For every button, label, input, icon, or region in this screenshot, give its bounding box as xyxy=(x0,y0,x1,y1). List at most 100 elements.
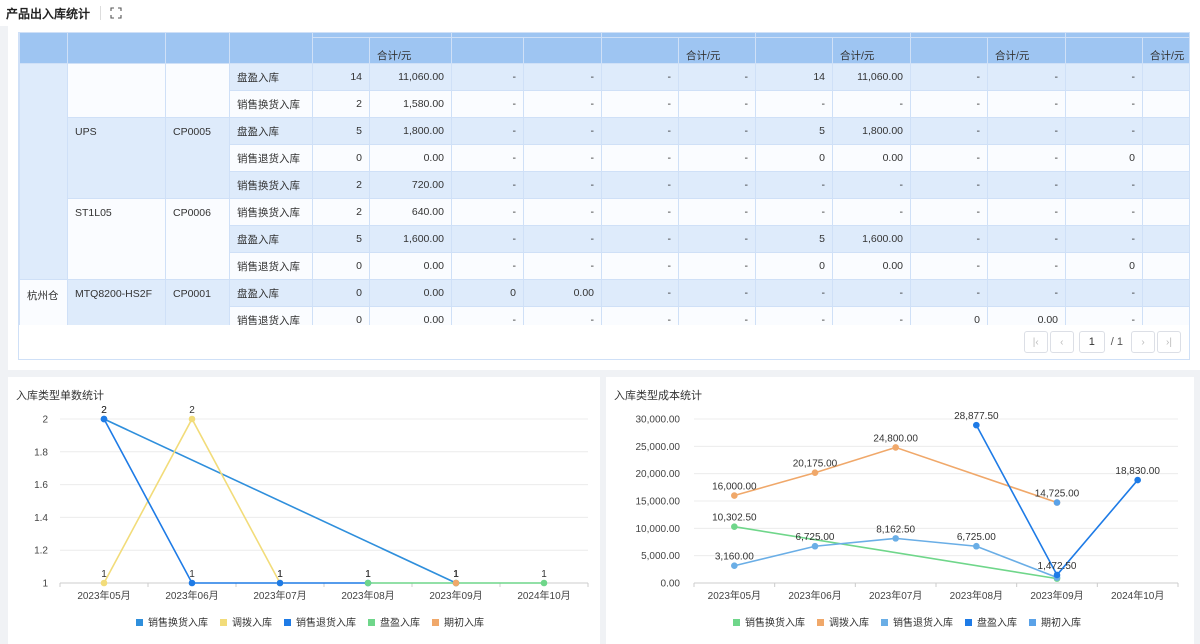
legend-label[interactable]: 期初入库 xyxy=(444,616,484,629)
data-point[interactable] xyxy=(452,579,460,587)
quantity-subheader xyxy=(601,37,679,64)
data-point[interactable] xyxy=(100,579,108,587)
x-tick-label: 2023年09月 xyxy=(1030,589,1083,602)
data-point[interactable] xyxy=(100,415,108,423)
total-cell: - xyxy=(987,117,1066,145)
data-point[interactable] xyxy=(540,579,548,587)
table-scroll-area[interactable]: 仓库产品名称产品编码入库类型入库数量入库数量入库数量入库数量入库数量入库数量合计… xyxy=(19,33,1189,325)
quantity-subheader xyxy=(755,37,833,64)
table-row[interactable]: 杭州仓 MTQ8200-HS2F CP0001 盘盈入库 0 0.00 0 0.00- - - - -… xyxy=(19,279,1189,325)
x-tick-label: 2023年08月 xyxy=(950,589,1003,602)
data-point[interactable] xyxy=(973,542,980,550)
total-cell: 1,600.00 xyxy=(832,225,911,253)
legend-label[interactable]: 销售换货入库 xyxy=(745,616,805,629)
overflow-cell xyxy=(1142,306,1189,325)
series-line xyxy=(103,417,281,584)
quantity-cell: - xyxy=(910,144,988,172)
quantity-cell: 0 xyxy=(312,306,370,325)
table-row[interactable]: 盘盈入库 14 11,060.00- - - -14 11,060.00- - - xyxy=(19,63,1189,280)
legend-label[interactable]: 调拨入库 xyxy=(232,616,272,629)
next-page-button[interactable]: › xyxy=(1131,331,1155,353)
legend-label[interactable]: 盘盈入库 xyxy=(380,616,420,629)
overflow-cell xyxy=(1142,198,1189,226)
prev-page-button[interactable]: ‹ xyxy=(1049,331,1074,353)
legend-label[interactable]: 销售退货入库 xyxy=(893,616,953,629)
quantity-cell: 14 xyxy=(312,63,370,91)
overflow-cell xyxy=(1142,171,1189,199)
last-page-button[interactable]: ›| xyxy=(1157,331,1181,353)
legend-swatch[interactable] xyxy=(733,619,740,626)
page-title: 产品出入库统计 xyxy=(6,6,91,21)
product-code-cell: CP0005 xyxy=(165,117,230,199)
data-point[interactable] xyxy=(731,562,738,570)
data-point[interactable] xyxy=(892,535,899,542)
total-cell: - xyxy=(523,198,602,226)
data-point[interactable] xyxy=(188,579,196,587)
legend-swatch[interactable] xyxy=(368,619,375,626)
legend-label[interactable]: 调拨入库 xyxy=(829,616,869,629)
legend-label[interactable]: 销售退货入库 xyxy=(296,616,356,629)
quantity-cell: - xyxy=(1065,198,1143,226)
overflow-cell xyxy=(1142,63,1189,91)
data-point[interactable] xyxy=(811,469,819,477)
legend-swatch[interactable] xyxy=(1029,619,1036,626)
table-row[interactable]: UPS CP0005 盘盈入库 5 1,800.00- - - -5 1,800.00- - - xyxy=(20,117,1189,199)
data-point[interactable] xyxy=(973,421,980,429)
y-tick-label: 1.2 xyxy=(34,546,48,557)
data-point[interactable] xyxy=(1053,571,1061,579)
x-tick-label: 2024年10月 xyxy=(1111,589,1164,602)
data-point[interactable] xyxy=(188,415,196,423)
quantity-cell: - xyxy=(451,144,524,172)
quantity-cell: - xyxy=(910,225,988,253)
data-point[interactable] xyxy=(892,444,899,451)
column-header: 仓库 xyxy=(19,33,68,64)
quantity-cell: - xyxy=(451,198,524,226)
total-cell: 0.00 xyxy=(369,279,452,307)
legend-label[interactable]: 期初入库 xyxy=(1041,616,1081,629)
total-cell: - xyxy=(523,144,602,172)
x-tick-label: 2023年05月 xyxy=(708,589,761,602)
total-cell: 11,060.00 xyxy=(832,63,911,91)
page-number-input[interactable]: 1 xyxy=(1078,331,1105,353)
quantity-cell: - xyxy=(601,171,679,199)
total-cell: - xyxy=(678,63,756,91)
quantity-cell: 0 xyxy=(1065,144,1143,172)
total-cell: - xyxy=(678,279,756,307)
product-code-cell xyxy=(165,63,230,118)
table-row[interactable]: ST1L05 CP0006 销售换货入库 2 640.00- - - - - - - - - xyxy=(20,198,1189,280)
legend-label[interactable]: 销售换货入库 xyxy=(148,616,208,629)
data-label: 1 xyxy=(541,569,547,580)
data-point[interactable] xyxy=(731,523,738,530)
data-label: 6,725.00 xyxy=(796,532,835,543)
data-label: 24,800.00 xyxy=(873,433,918,444)
legend-swatch[interactable] xyxy=(284,619,291,626)
data-point[interactable] xyxy=(1053,499,1061,506)
legend-swatch[interactable] xyxy=(432,619,439,626)
legend-label[interactable]: 盘盈入库 xyxy=(977,616,1017,629)
total-cell: 0.00 xyxy=(987,306,1066,325)
total-cell: - xyxy=(678,171,756,199)
inbound-type-cell: 销售换货入库 xyxy=(229,198,313,226)
warehouse-cell xyxy=(19,63,68,280)
expand-icon[interactable] xyxy=(110,7,122,19)
legend-swatch[interactable] xyxy=(881,619,888,626)
quantity-cell: - xyxy=(601,225,679,253)
total-subheader: 合计/元 xyxy=(1142,37,1189,64)
data-label: 10,302.50 xyxy=(712,513,757,524)
data-point[interactable] xyxy=(1134,476,1141,484)
legend-swatch[interactable] xyxy=(817,619,824,626)
data-point[interactable] xyxy=(731,492,738,499)
legend-swatch[interactable] xyxy=(220,619,227,626)
total-cell: 1,580.00 xyxy=(369,90,452,118)
data-point[interactable] xyxy=(811,542,819,550)
y-tick-label: 15,000.00 xyxy=(636,497,681,508)
data-point[interactable] xyxy=(364,579,372,587)
first-page-button[interactable]: |‹ xyxy=(1023,331,1048,353)
quantity-cell: 0 xyxy=(312,144,370,172)
series-line xyxy=(103,418,457,584)
quantity-cell: - xyxy=(910,90,988,118)
legend-swatch[interactable] xyxy=(965,619,972,626)
data-point[interactable] xyxy=(276,579,284,587)
total-cell: 640.00 xyxy=(369,198,452,226)
legend-swatch[interactable] xyxy=(136,619,143,626)
